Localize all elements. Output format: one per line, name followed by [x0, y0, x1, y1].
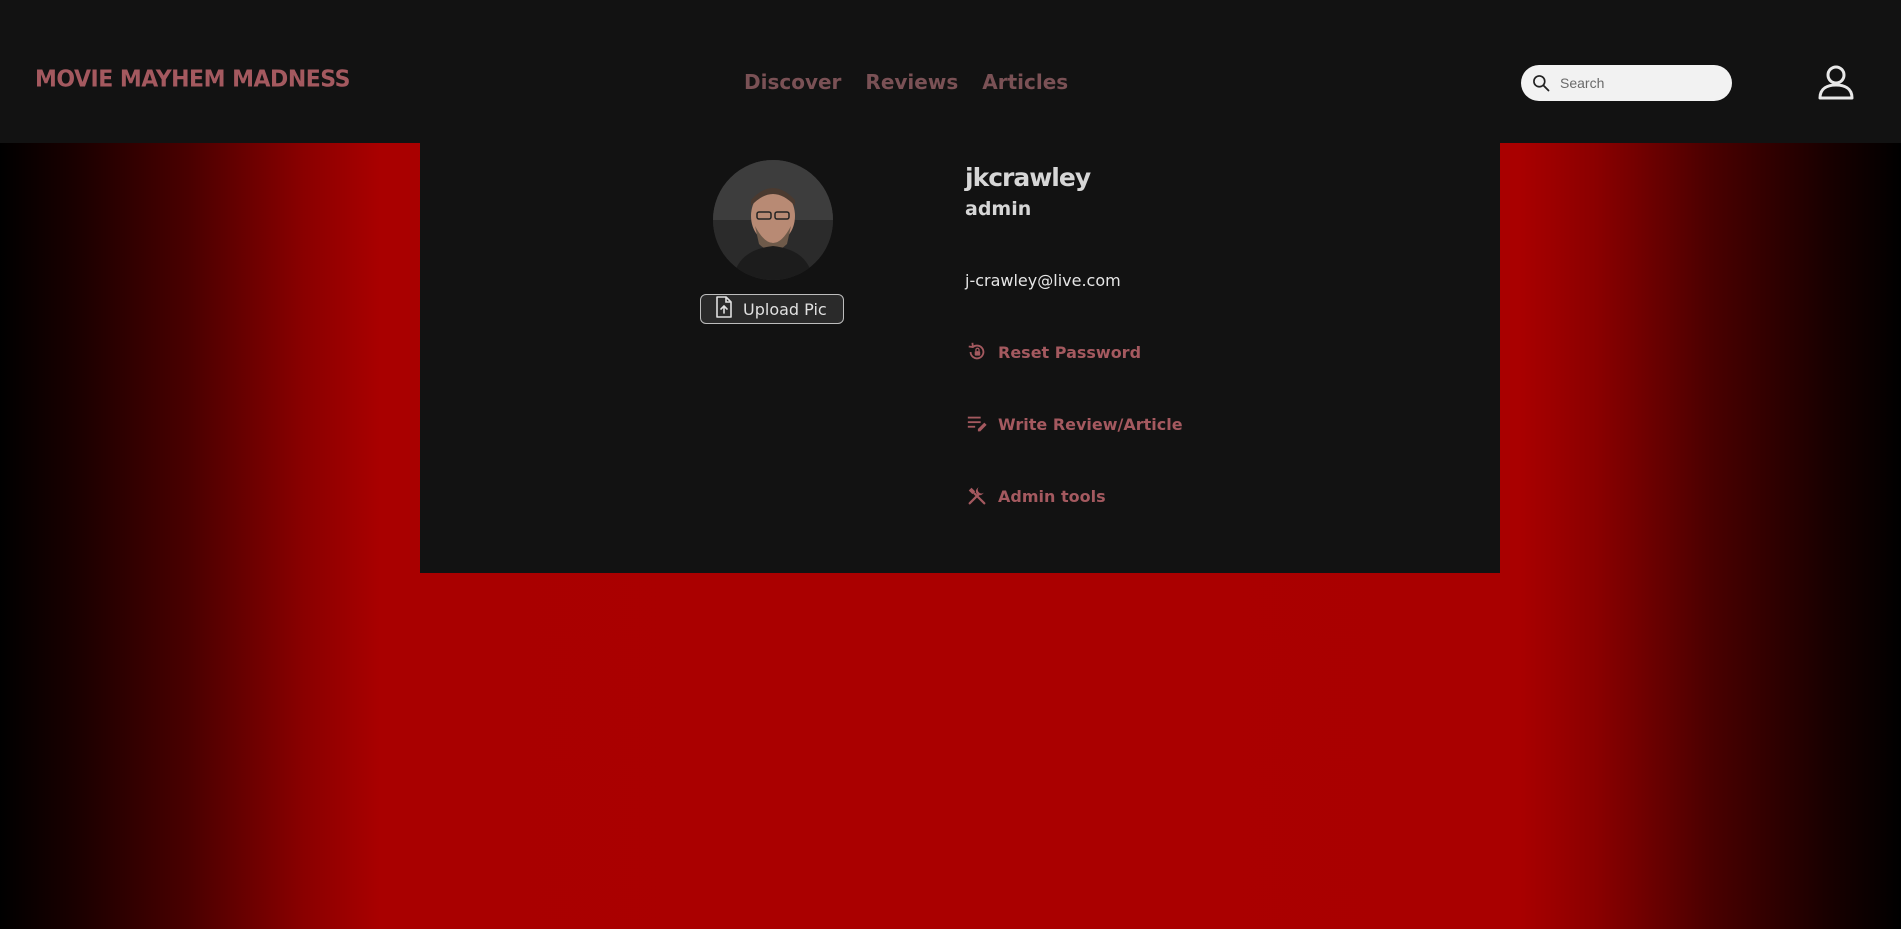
- user-email: j-crawley@live.com: [965, 271, 1121, 290]
- search-box[interactable]: [1521, 65, 1732, 101]
- top-navbar: MOVIE MAYHEM MADNESS Discover Reviews Ar…: [0, 0, 1901, 143]
- write-review-link[interactable]: Write Review/Article: [966, 413, 1183, 435]
- edit-note-icon: [966, 413, 988, 435]
- profile-panel: Upload Pic jkcrawley admin j-crawley@liv…: [420, 143, 1500, 573]
- search-input[interactable]: [1558, 74, 1722, 92]
- user-role: admin: [965, 198, 1032, 220]
- reset-password-link[interactable]: Reset Password: [966, 341, 1141, 363]
- user-account-icon[interactable]: [1816, 62, 1856, 102]
- nav-reviews[interactable]: Reviews: [865, 70, 958, 94]
- file-upload-icon: [715, 295, 733, 323]
- nav-discover[interactable]: Discover: [744, 70, 841, 94]
- lock-reset-icon: [966, 341, 988, 363]
- admin-tools-label: Admin tools: [998, 486, 1106, 506]
- site-logo[interactable]: MOVIE MAYHEM MADNESS: [35, 66, 350, 92]
- admin-tools-link[interactable]: Admin tools: [966, 485, 1106, 507]
- main-nav: Discover Reviews Articles: [744, 70, 1068, 94]
- username: jkcrawley: [965, 163, 1091, 192]
- tools-icon: [966, 485, 988, 507]
- search-icon: [1530, 72, 1552, 94]
- upload-pic-label: Upload Pic: [743, 299, 827, 319]
- upload-pic-button[interactable]: Upload Pic: [700, 294, 844, 324]
- reset-password-label: Reset Password: [998, 342, 1142, 362]
- nav-articles[interactable]: Articles: [982, 70, 1068, 94]
- avatar: [713, 160, 833, 280]
- write-review-label: Write Review/Article: [998, 414, 1183, 434]
